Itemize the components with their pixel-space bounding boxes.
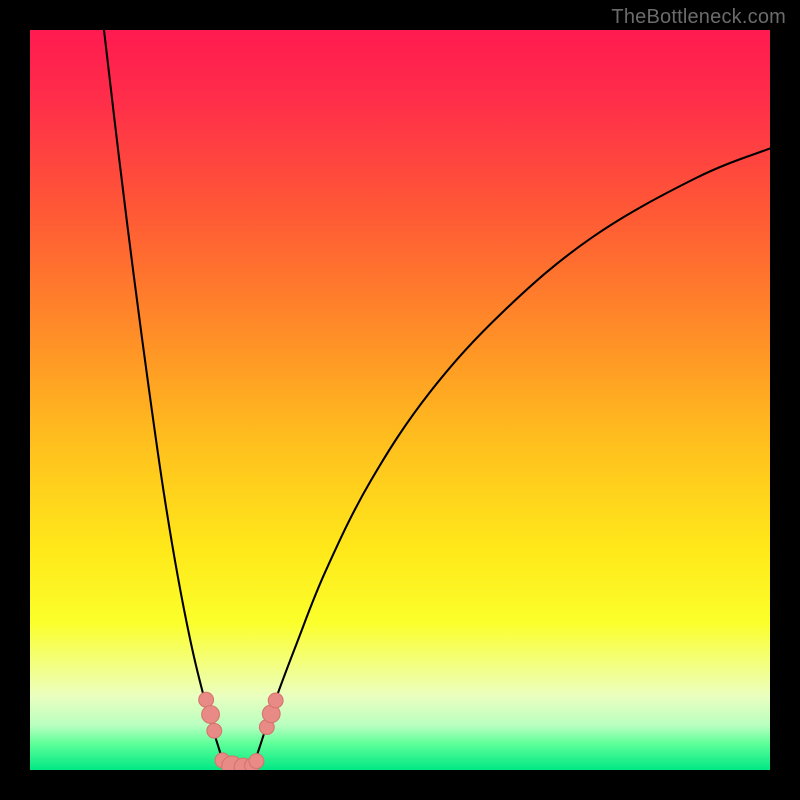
watermark-text: TheBottleneck.com bbox=[611, 6, 786, 29]
curve-left-branch bbox=[104, 30, 226, 770]
chart-frame: TheBottleneck.com bbox=[0, 0, 800, 800]
plot-area bbox=[30, 30, 770, 770]
curve-right-branch bbox=[252, 148, 770, 770]
bottleneck-curve bbox=[30, 30, 770, 770]
